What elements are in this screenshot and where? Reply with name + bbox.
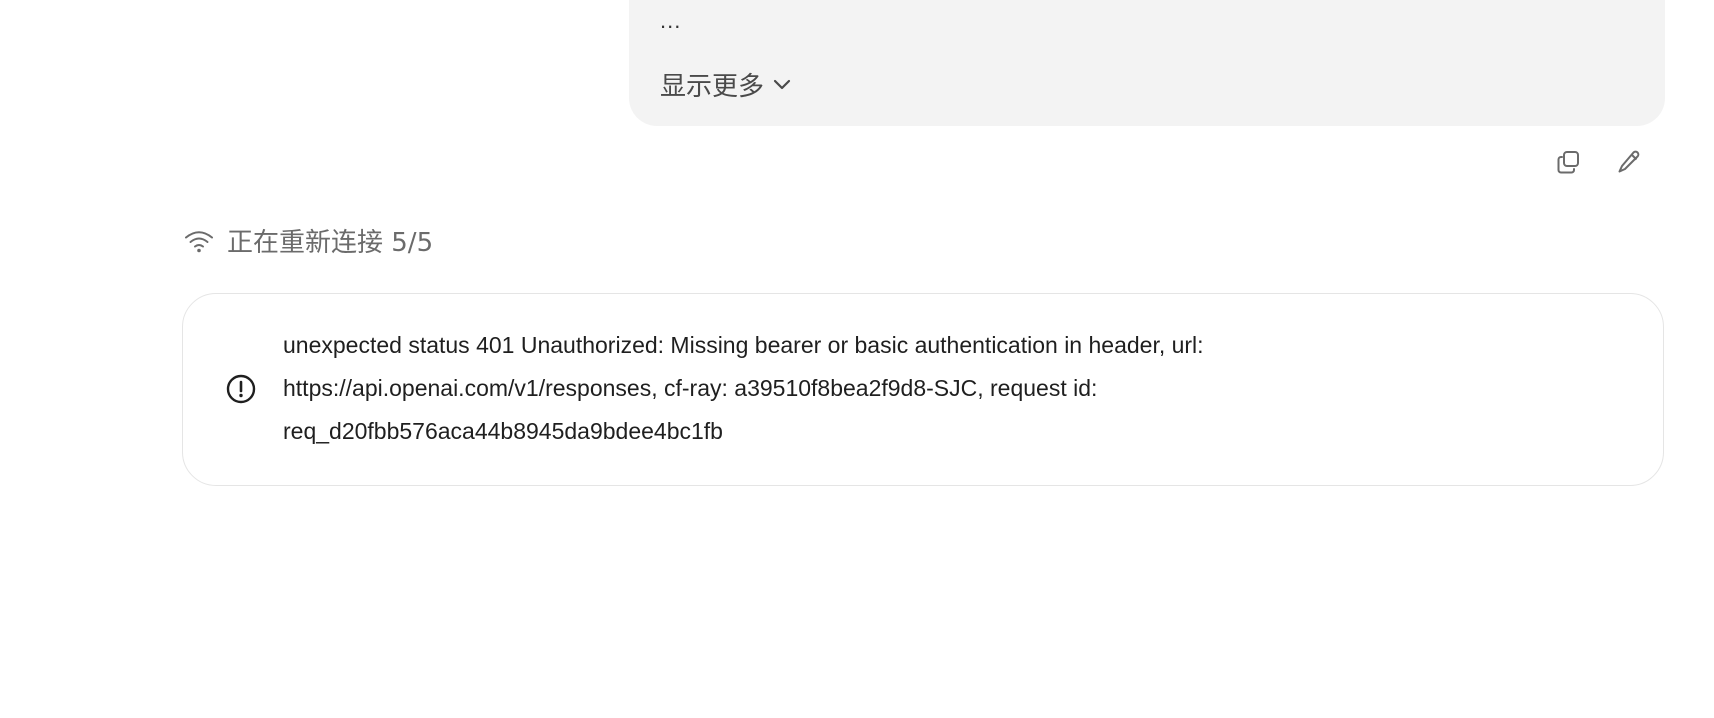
message-actions — [1554, 147, 1644, 177]
edit-button[interactable] — [1614, 147, 1644, 177]
chevron-down-icon — [773, 79, 791, 89]
error-line: https://api.openai.com/v1/responses, cf-… — [283, 375, 1098, 401]
chat-view: ... ... 显示更多 — [0, 0, 1714, 718]
copy-icon — [1557, 151, 1579, 174]
message-ellipsis: ... — [660, 8, 682, 33]
copy-button[interactable] — [1554, 147, 1584, 177]
alert-circle-icon — [226, 374, 256, 404]
user-message-bubble: ... ... 显示更多 — [629, 0, 1665, 126]
reconnect-status-label: 正在重新连接 5/5 — [227, 228, 434, 258]
error-message: unexpected status 401 Unauthorized: Miss… — [283, 324, 1583, 453]
error-line: req_d20fbb576aca44b8945da9bdee4bc1fb — [283, 418, 723, 444]
edit-pencil-icon — [1618, 150, 1640, 173]
error-line: unexpected status 401 Unauthorized: Miss… — [283, 332, 1204, 358]
wifi-icon — [185, 230, 213, 252]
show-more-label: 显示更多 — [660, 72, 765, 102]
reconnect-status: 正在重新连接 5/5 — [183, 222, 433, 259]
show-more-button[interactable]: 显示更多 — [660, 66, 792, 103]
error-card: unexpected status 401 Unauthorized: Miss… — [182, 293, 1664, 486]
